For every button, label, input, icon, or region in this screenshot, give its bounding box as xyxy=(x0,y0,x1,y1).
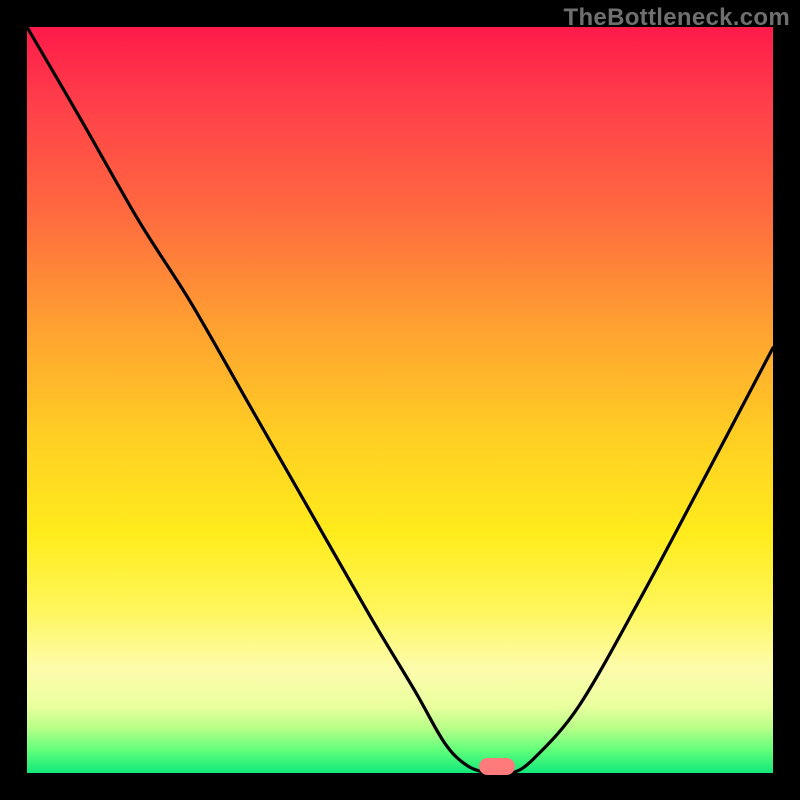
optimal-marker xyxy=(479,758,515,775)
plot-area xyxy=(27,27,773,773)
bottleneck-curve xyxy=(27,27,773,773)
chart-frame: TheBottleneck.com xyxy=(0,0,800,800)
curve-path xyxy=(27,27,773,774)
watermark-text: TheBottleneck.com xyxy=(564,4,790,32)
